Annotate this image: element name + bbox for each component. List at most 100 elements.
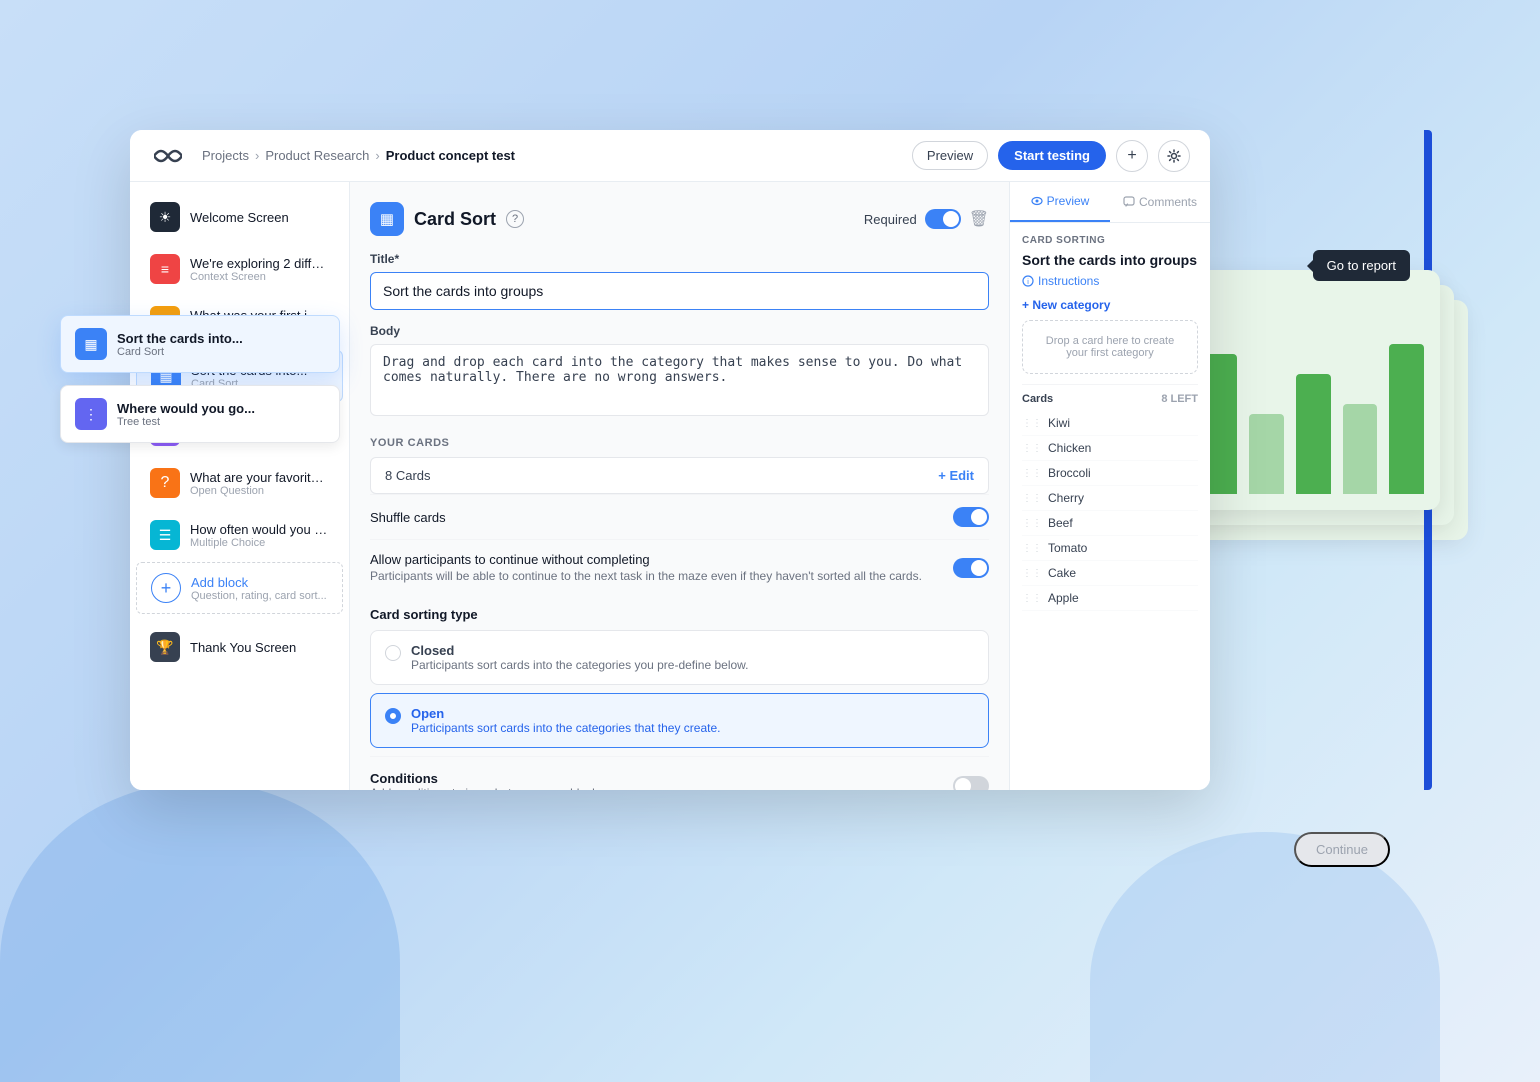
sidebar-item-thankyou[interactable]: 🏆 Thank You Screen	[136, 622, 343, 672]
sidebar-add-text: Add block Question, rating, card sort...	[191, 575, 328, 602]
card-type-closed[interactable]: Closed Participants sort cards into the …	[370, 630, 989, 685]
right-panel: Preview Comments CARD SORTING Sort the c…	[1010, 182, 1210, 790]
start-testing-button[interactable]: Start testing	[998, 141, 1106, 170]
sidebar-item-text-context: We're exploring 2 different ... Context …	[190, 256, 329, 283]
drag-handle: ⋮⋮	[1022, 468, 1042, 479]
cards-bar: 8 Cards + Edit	[370, 457, 989, 494]
sidebar-item-multiplechoice[interactable]: ☰ How often would you use C... Multiple …	[136, 510, 343, 560]
info-icon[interactable]: ?	[506, 210, 524, 228]
continue-button[interactable]: Continue	[1294, 832, 1390, 867]
shuffle-row: Shuffle cards	[370, 494, 989, 539]
card-label: Tomato	[1048, 541, 1087, 555]
delete-icon[interactable]: 🗑	[969, 209, 989, 229]
conditions-text: Conditions Add conditions to jump betwee…	[370, 771, 604, 790]
required-toggle[interactable]	[925, 209, 961, 229]
editor-block-icon: ▦	[370, 202, 404, 236]
conditions-label: Conditions	[370, 771, 604, 786]
sidebar-item-title-context: We're exploring 2 different ...	[190, 256, 329, 271]
card-label: Beef	[1048, 516, 1073, 530]
floating-card-text: Sort the cards into... Card Sort	[117, 331, 243, 358]
allow-continue-toggle[interactable]	[953, 558, 989, 578]
eye-icon	[1031, 195, 1043, 207]
tab-comments[interactable]: Comments	[1110, 182, 1210, 222]
card-label: Broccoli	[1048, 466, 1091, 480]
card-list-item: ⋮⋮Beef	[1022, 511, 1198, 536]
title-field-label: Title*	[370, 252, 989, 266]
breadcrumb-projects[interactable]: Projects	[202, 148, 249, 163]
sidebar-add-block[interactable]: + Add block Question, rating, card sort.…	[136, 562, 343, 614]
floating-card2-text: Where would you go... Tree test	[117, 401, 255, 428]
bg-decoration-2	[1090, 832, 1440, 1082]
add-block-sub: Question, rating, card sort...	[191, 590, 328, 602]
sidebar-icon-thankyou: 🏆	[150, 632, 180, 662]
open-title: Open	[411, 706, 721, 721]
sidebar-item-text-multiplechoice: How often would you use C... Multiple Ch…	[190, 522, 329, 549]
drag-handle: ⋮⋮	[1022, 568, 1042, 579]
tab-comments-label: Comments	[1139, 195, 1197, 209]
preview-tabs: Preview Comments	[1010, 182, 1210, 223]
instructions-link[interactable]: i Instructions	[1022, 274, 1198, 288]
gear-icon	[1167, 149, 1181, 163]
bg-decoration-1	[0, 782, 400, 1082]
card-type-section-label: Card sorting type	[370, 607, 989, 622]
conditions-toggle[interactable]	[953, 776, 989, 791]
title-input[interactable]	[370, 272, 989, 310]
body-textarea[interactable]: Drag and drop each card into the categor…	[370, 344, 989, 416]
shuffle-toggle[interactable]	[953, 507, 989, 527]
editor-title-row: ▦ Card Sort ?	[370, 202, 524, 236]
main-window: Projects › Product Research › Product co…	[130, 130, 1210, 790]
sidebar-item-sub-multiplechoice: Multiple Choice	[190, 537, 329, 549]
floating-card2-icon: ⋮	[75, 398, 107, 430]
top-bar-actions: Preview Start testing +	[912, 140, 1190, 172]
edit-cards-button[interactable]: + Edit	[938, 468, 974, 483]
cards-left-count: 8 LEFT	[1161, 393, 1198, 405]
cards-header: Cards 8 LEFT	[1022, 384, 1198, 405]
sidebar-icon-multiplechoice: ☰	[150, 520, 180, 550]
card-list-item: ⋮⋮Kiwi	[1022, 411, 1198, 436]
floating-card2-title: Where would you go...	[117, 401, 255, 416]
sidebar-item-sub-openq: Open Question	[190, 485, 329, 497]
drag-handle: ⋮⋮	[1022, 493, 1042, 504]
editor-block-title: Card Sort	[414, 209, 496, 230]
sidebar: ☀ Welcome Screen ≡ We're exploring 2 dif…	[130, 182, 350, 790]
closed-title: Closed	[411, 643, 749, 658]
chart-bar-4	[1296, 374, 1331, 494]
allow-continue-label: Allow participants to continue without c…	[370, 552, 941, 567]
body-field-label: Body	[370, 324, 989, 338]
card-type-open[interactable]: Open Participants sort cards into the ca…	[370, 693, 989, 748]
chart-bar-6	[1389, 344, 1424, 494]
sidebar-item-text-welcome: Welcome Screen	[190, 210, 329, 225]
drag-handle: ⋮⋮	[1022, 418, 1042, 429]
preview-button[interactable]: Preview	[912, 141, 988, 170]
sidebar-icon-context: ≡	[150, 254, 180, 284]
go-to-report-popup[interactable]: Go to report	[1313, 250, 1410, 281]
conditions-row: Conditions Add conditions to jump betwee…	[370, 756, 989, 790]
top-bar: Projects › Product Research › Product co…	[130, 130, 1210, 182]
settings-button[interactable]	[1158, 140, 1190, 172]
drag-handle: ⋮⋮	[1022, 593, 1042, 604]
breadcrumb: Projects › Product Research › Product co…	[202, 148, 912, 163]
sidebar-item-title-openq: What are your favorite aspe...	[190, 470, 329, 485]
sidebar-item-openq[interactable]: ? What are your favorite aspe... Open Qu…	[136, 458, 343, 508]
open-text: Open Participants sort cards into the ca…	[411, 706, 721, 735]
your-cards-label: YOUR CARDS	[370, 437, 989, 449]
editor-header: ▦ Card Sort ? Required 🗑	[370, 202, 989, 236]
breadcrumb-research[interactable]: Product Research	[265, 148, 369, 163]
tab-preview[interactable]: Preview	[1010, 182, 1110, 222]
drag-handle: ⋮⋮	[1022, 443, 1042, 454]
radio-closed	[385, 645, 401, 661]
sidebar-item-context[interactable]: ≡ We're exploring 2 different ... Contex…	[136, 244, 343, 294]
sidebar-item-title-thankyou: Thank You Screen	[190, 640, 329, 655]
sidebar-item-welcome[interactable]: ☀ Welcome Screen	[136, 192, 343, 242]
add-button[interactable]: +	[1116, 140, 1148, 172]
closed-text: Closed Participants sort cards into the …	[411, 643, 749, 672]
cards-header-label: Cards	[1022, 393, 1053, 405]
radio-open	[385, 708, 401, 724]
conditions-sub: Add conditions to jump between your bloc…	[370, 786, 604, 790]
svg-text:i: i	[1027, 279, 1029, 286]
logo	[150, 138, 186, 174]
breadcrumb-sep2: ›	[375, 148, 379, 163]
new-category-button[interactable]: + New category	[1022, 298, 1198, 312]
info-circle-icon: i	[1022, 275, 1034, 287]
chart-bar-3	[1249, 414, 1284, 494]
